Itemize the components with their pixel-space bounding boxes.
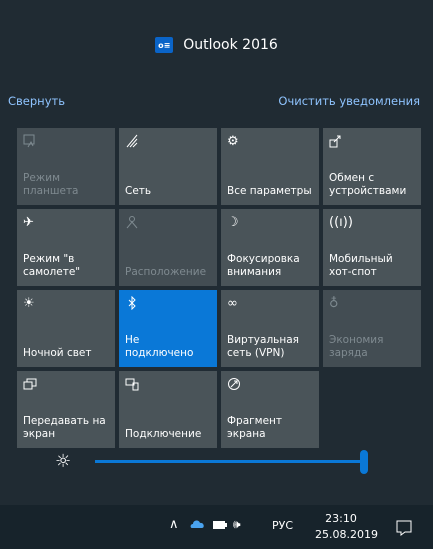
battery-icon[interactable] <box>212 519 228 533</box>
tile-tablet-mode[interactable]: Режим планшета <box>17 128 115 205</box>
tile-label: Фрагмент экрана <box>227 415 283 440</box>
project-icon <box>23 377 39 393</box>
network-icon <box>125 134 141 150</box>
tile-label: Подключение <box>125 428 202 440</box>
tile-location[interactable]: Расположение <box>119 209 217 286</box>
airplane-icon: ✈ <box>23 215 34 230</box>
tile-label: Режим планшета <box>23 172 79 197</box>
tile-label: Мобильный хот-спот <box>329 253 393 278</box>
tile-label: Режим "в самолете" <box>23 253 81 278</box>
tile-airplane-mode[interactable]: ✈ Режим "в самолете" <box>17 209 115 286</box>
brightness-control: ☼ <box>55 446 375 476</box>
hotspot-icon: ((ı)) <box>329 215 353 230</box>
tile-label: Виртуальная сеть (VPN) <box>227 334 299 359</box>
tile-label: Фокусировка внимания <box>227 253 300 278</box>
tile-label: Все параметры <box>227 185 312 197</box>
screen-snip-icon <box>227 377 243 393</box>
tile-mobile-hotspot[interactable]: ((ı)) Мобильный хот-спот <box>323 209 421 286</box>
tile-project[interactable]: Передавать на экран <box>17 371 115 448</box>
tile-network[interactable]: Сеть <box>119 128 217 205</box>
settings-icon: ⚙ <box>227 134 239 149</box>
onedrive-icon[interactable] <box>190 518 206 533</box>
show-hidden-icons-chevron-icon[interactable]: ∧ <box>169 517 179 532</box>
notification-header[interactable]: o≡ Outlook 2016 <box>0 30 433 60</box>
tile-battery-saver[interactable]: ♁ Экономия заряда <box>323 290 421 367</box>
vpn-icon: ∞ <box>227 296 238 311</box>
action-center: o≡ Outlook 2016 Свернуть Очистить уведом… <box>0 0 433 505</box>
clock-time: 23:10 <box>325 512 357 525</box>
tablet-mode-icon <box>23 134 39 150</box>
tile-label: Экономия заряда <box>329 334 384 359</box>
language-indicator[interactable]: РУС <box>272 519 293 532</box>
tile-label: Не подключено <box>125 334 194 359</box>
taskbar: ∧ 🕪 РУС 23:10 25.08.2019 <box>0 505 433 549</box>
tile-bluetooth[interactable]: Не подключено <box>119 290 217 367</box>
tile-screen-snip[interactable]: Фрагмент экрана <box>221 371 319 448</box>
tile-vpn[interactable]: ∞ Виртуальная сеть (VPN) <box>221 290 319 367</box>
tile-label: Ночной свет <box>23 347 92 359</box>
tile-label: Сеть <box>125 185 152 197</box>
bluetooth-icon <box>125 295 141 312</box>
clear-notifications-link[interactable]: Очистить уведомления <box>278 94 420 108</box>
notification-title: Outlook 2016 <box>183 37 278 53</box>
tile-nearby-sharing[interactable]: Обмен с устройствами <box>323 128 421 205</box>
notification-icon <box>396 520 412 536</box>
tile-label: Расположение <box>125 266 207 278</box>
brightness-icon: ☼ <box>55 451 72 472</box>
brightness-slider-thumb[interactable] <box>360 450 368 474</box>
volume-icon[interactable]: 🕪 <box>233 517 241 532</box>
night-light-icon: ☀ <box>23 296 35 311</box>
brightness-slider-track[interactable] <box>95 460 365 463</box>
action-center-button[interactable] <box>380 511 428 545</box>
tile-label: Передавать на экран <box>23 415 106 440</box>
collapse-link[interactable]: Свернуть <box>8 94 65 108</box>
tile-all-settings[interactable]: ⚙ Все параметры <box>221 128 319 205</box>
location-icon <box>125 215 141 231</box>
focus-assist-icon: ☽ <box>227 215 239 230</box>
nearby-sharing-icon <box>329 134 345 150</box>
clock[interactable]: 23:10 25.08.2019 <box>315 511 378 543</box>
connect-icon <box>125 377 141 393</box>
tile-connect[interactable]: Подключение <box>119 371 217 448</box>
tile-label: Обмен с устройствами <box>329 172 407 197</box>
clock-date: 25.08.2019 <box>315 528 378 541</box>
battery-saver-icon: ♁ <box>329 296 339 311</box>
tile-night-light[interactable]: ☀ Ночной свет <box>17 290 115 367</box>
outlook-icon: o≡ <box>155 37 174 53</box>
tile-focus-assist[interactable]: ☽ Фокусировка внимания <box>221 209 319 286</box>
